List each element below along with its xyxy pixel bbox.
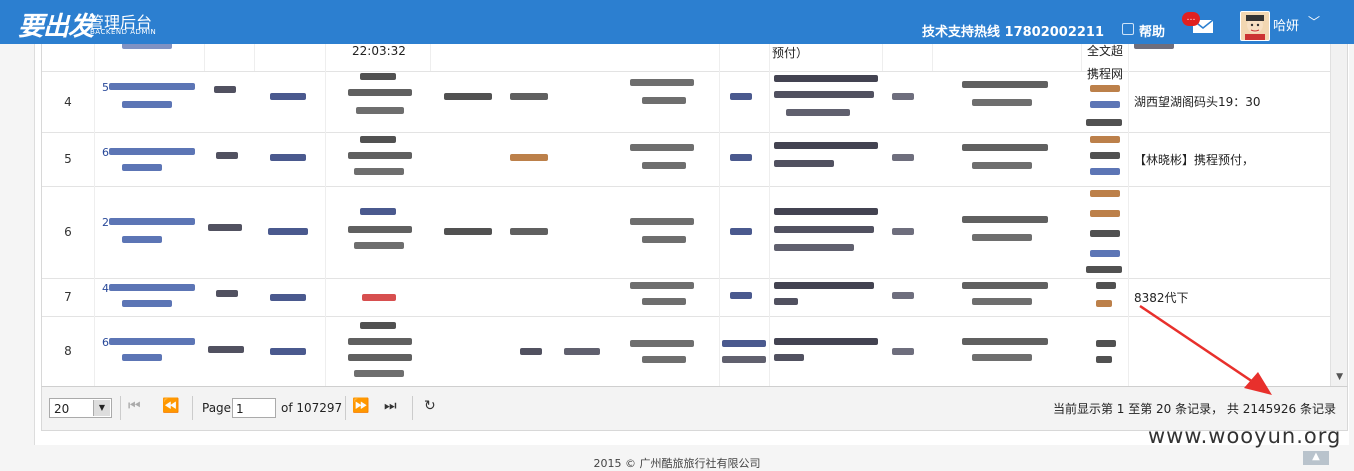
footer-copyright: 2015 © 广州酷旅旅行社有限公司 — [593, 457, 761, 470]
annotation-arrow — [1139, 304, 1272, 395]
back-to-top-icon[interactable]: ▲ — [1303, 451, 1329, 465]
watermark: www.wooyun.org — [1148, 424, 1342, 448]
